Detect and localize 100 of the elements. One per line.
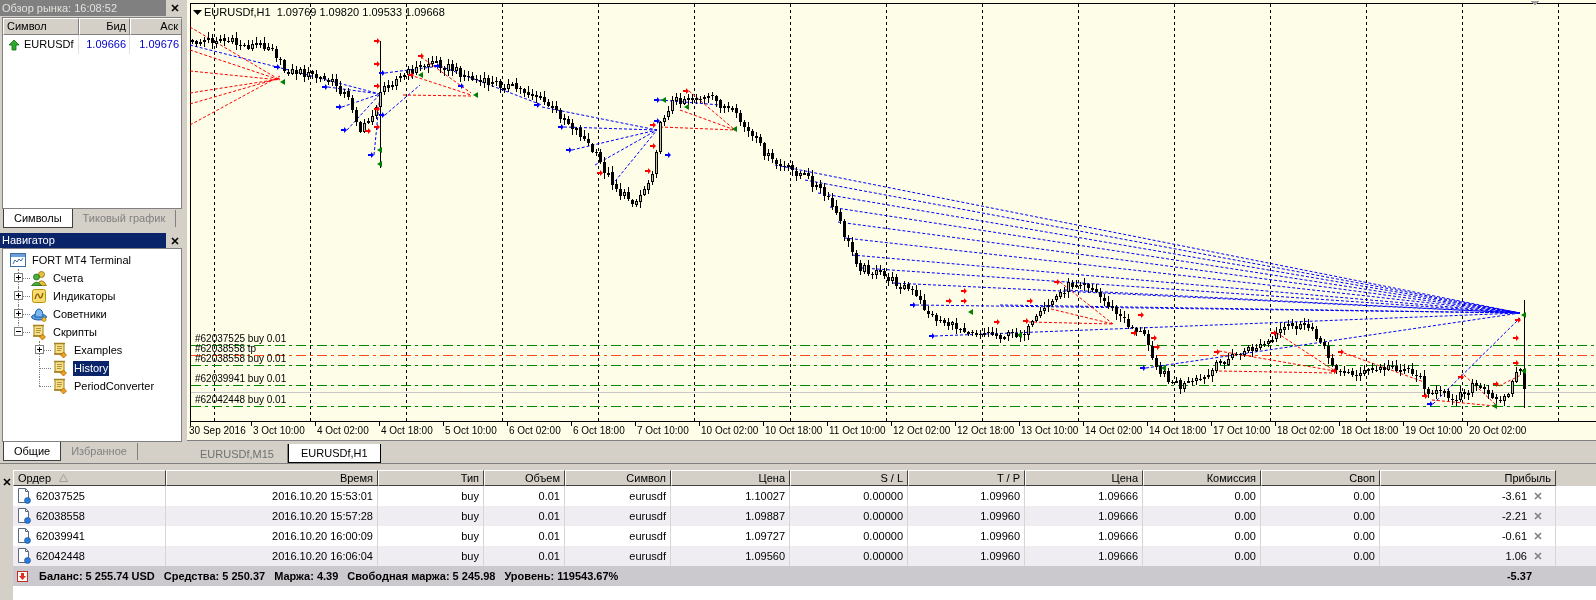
arrow-marker-icon <box>458 83 464 89</box>
arrow-marker-icon <box>961 288 967 294</box>
table-cell: eurusdf <box>629 550 666 562</box>
column-header[interactable]: Символ <box>565 470 671 486</box>
triangle-marker-icon <box>1161 365 1166 371</box>
table-cell: 1.09560 <box>745 550 785 562</box>
order-number: 62042448 <box>36 549 85 564</box>
time-label: 5 Oct 10:00 <box>445 425 497 437</box>
arrow-marker-icon <box>650 143 656 149</box>
arrow-marker-icon <box>368 152 374 158</box>
tree-item[interactable]: Счета <box>52 270 85 286</box>
arrow-marker-icon <box>1154 344 1160 350</box>
close-icon[interactable] <box>171 4 179 12</box>
table-cell: 1.10027 <box>745 490 785 502</box>
tree-item[interactable]: Examples <box>73 342 124 358</box>
table-cell: 0.00 <box>1353 550 1375 562</box>
time-label: 14 Oct 02:00 <box>1085 425 1143 437</box>
triangle-marker-icon <box>1521 368 1526 374</box>
table-row[interactable]: 62038558 2016.10.20 15:57:28 buy 0.01 eurusdf 1.09887 0.00000 1.09960 1.09666 0.00 0.00 -2.21 <box>13 506 1596 526</box>
table-cell: 1.09960 <box>980 530 1020 542</box>
time-label: 6 Oct 02:00 <box>509 425 561 437</box>
scroll-icon <box>52 342 68 358</box>
arrow-marker-icon <box>365 128 371 134</box>
close-icon[interactable] <box>2 478 11 486</box>
tree-item[interactable]: Индикаторы <box>52 288 117 304</box>
column-header[interactable]: Объем <box>484 470 565 486</box>
summary-text: Уровень: 119543.67% <box>504 569 619 584</box>
down-arrow-icon[interactable] <box>17 570 28 582</box>
arrow-marker-icon <box>1338 349 1344 355</box>
arrow-marker-icon <box>665 152 671 158</box>
column-header[interactable]: Цена <box>671 470 790 486</box>
table-cell: 0.01 <box>538 550 560 562</box>
tree-item[interactable]: FORT MT4 Terminal <box>31 252 133 268</box>
triangle-marker-icon <box>1492 403 1497 409</box>
triangle-marker-icon <box>377 161 382 167</box>
arrow-marker-icon <box>1138 312 1144 318</box>
arrow-marker-icon <box>1513 360 1519 366</box>
plus-icon[interactable] <box>14 309 23 318</box>
tab[interactable]: Символы <box>3 209 73 228</box>
table-cell: 0.00000 <box>863 490 903 502</box>
tree-item[interactable]: History <box>73 360 110 376</box>
table-cell: 0.01 <box>538 510 560 522</box>
summary-text: Маржа: 4.39 <box>274 569 339 584</box>
plus-icon[interactable] <box>14 291 23 300</box>
summary-text: Средства: 5 250.37 <box>163 569 266 584</box>
table-cell: 0.01 <box>538 530 560 542</box>
order-label: #62038558 buy 0.01 <box>195 354 287 364</box>
arrow-marker-icon <box>418 53 424 59</box>
time-label: 4 Oct 02:00 <box>317 425 369 437</box>
column-header[interactable]: Своп <box>1261 470 1380 486</box>
arrow-marker-icon <box>558 124 564 130</box>
column-header[interactable]: Аск <box>130 18 182 35</box>
symbol-name[interactable]: EURUSDf <box>24 36 74 53</box>
column-header[interactable]: Комиссия <box>1143 470 1261 486</box>
arrow-marker-icon <box>566 147 572 153</box>
table-cell-text: 1.06 <box>1505 549 1527 564</box>
column-header[interactable]: Тип <box>378 470 484 486</box>
column-header[interactable]: Символ <box>3 18 79 35</box>
close-icon[interactable] <box>171 236 179 245</box>
table-cell-text: -3.61 <box>1501 489 1527 504</box>
column-header[interactable]: Прибыль <box>1380 470 1556 486</box>
arrow-marker-icon <box>946 298 952 304</box>
table-cell: 2016.10.20 15:53:01 <box>272 490 373 502</box>
table-cell: 0.00 <box>1234 530 1256 542</box>
arrow-marker-icon <box>408 72 414 78</box>
caret-icon[interactable] <box>193 10 202 15</box>
time-label: 14 Oct 18:00 <box>1149 425 1207 437</box>
table-cell: 1.09666 <box>1098 490 1138 502</box>
arrow-marker-icon <box>654 97 660 103</box>
column-header[interactable]: Ордер <box>13 470 166 486</box>
sort-arrow-icon <box>59 474 69 482</box>
arrow-marker-icon <box>322 84 328 90</box>
tree-item[interactable]: Скрипты <box>52 324 98 340</box>
tree-item[interactable]: PeriodConverter <box>73 378 156 394</box>
order-label: #62038558 tp <box>195 344 257 354</box>
column-header[interactable]: Время <box>166 470 378 486</box>
plus-icon[interactable] <box>14 273 23 282</box>
table-row[interactable]: 62042448 2016.10.20 16:06:04 buy 0.01 eurusdf 1.09560 0.00000 1.09960 1.09666 0.00 0.00 1.06 <box>13 546 1596 566</box>
time-label: 18 Oct 18:00 <box>1341 425 1399 437</box>
triangle-marker-icon <box>684 104 689 110</box>
minus-icon[interactable] <box>14 327 23 336</box>
time-label: 12 Oct 02:00 <box>893 425 951 437</box>
tree-item[interactable]: Советники <box>52 306 108 322</box>
arrow-marker-icon <box>374 61 380 67</box>
tab[interactable]: EURUSDf,H1 <box>287 444 381 463</box>
order-number: 62039941 <box>36 529 85 544</box>
curve-tile-icon <box>31 288 47 304</box>
table-cell-text: -2.21 <box>1501 509 1527 524</box>
column-header[interactable]: Цена <box>1025 470 1143 486</box>
arrow-marker-icon <box>374 83 380 89</box>
table-cell: 2016.10.20 16:06:04 <box>272 550 373 562</box>
plus-icon[interactable] <box>35 345 44 354</box>
tab[interactable]: Общие <box>3 442 62 461</box>
arrow-marker-icon <box>1023 318 1029 324</box>
order-label: #62037525 buy 0.01 <box>195 334 287 344</box>
shift-marker-icon <box>1531 1 1539 6</box>
column-header[interactable]: Бид <box>79 18 130 35</box>
column-header[interactable]: T / P <box>908 470 1025 486</box>
column-header[interactable]: S / L <box>790 470 908 486</box>
arrow-marker-icon <box>1271 330 1277 336</box>
